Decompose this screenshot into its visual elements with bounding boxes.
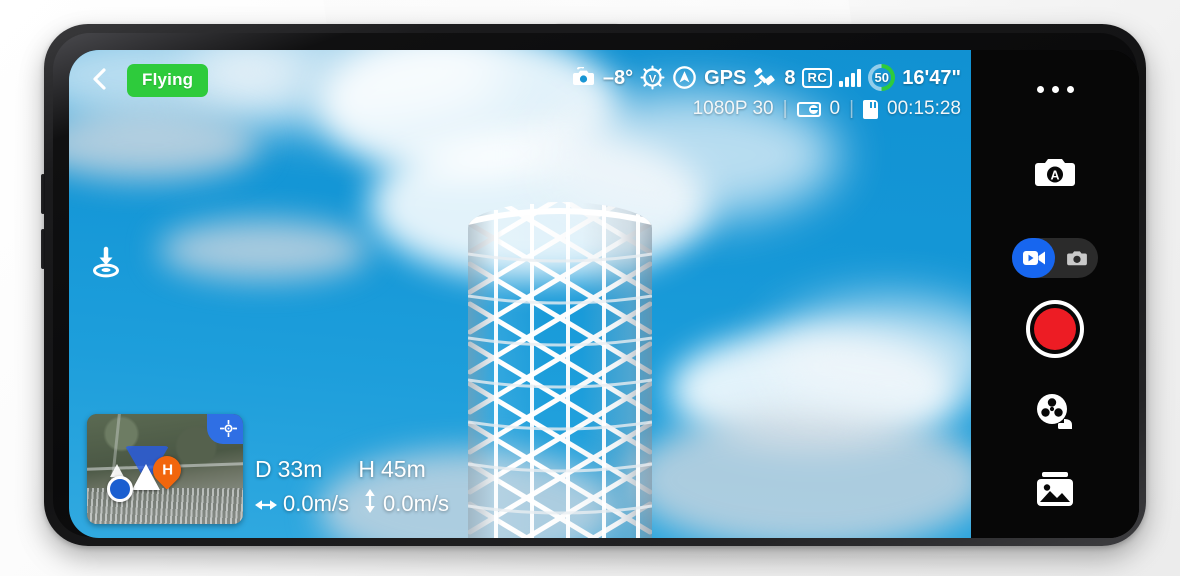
vertical-speed-readout: 0.0m/s — [363, 489, 449, 519]
distance-readout: D 33m — [255, 456, 322, 483]
phone-bezel: Flying –8° V GPS 8 RC 50 16'47" 1080P 30… — [53, 33, 1139, 538]
video-mode-icon[interactable] — [1012, 238, 1055, 278]
capture-mode-toggle[interactable] — [1012, 238, 1098, 278]
recenter-icon[interactable] — [207, 414, 243, 444]
vertical-speed-value: 0.0m/s — [383, 491, 450, 516]
flight-status-badge: Flying — [127, 64, 209, 97]
back-button[interactable] — [87, 66, 113, 92]
sd-card-icon — [863, 99, 879, 119]
cloud — [159, 220, 369, 280]
svg-text:A: A — [1050, 168, 1059, 182]
positioning-label: GPS — [704, 66, 747, 89]
camera-auto-mode-icon[interactable]: A — [1033, 154, 1077, 190]
horizontal-speed-readout: 0.0m/s — [255, 491, 349, 518]
sd-remaining-time: 00:15:28 — [887, 98, 961, 119]
drone-video-feed[interactable]: Flying –8° V GPS 8 RC 50 16'47" 1080P 30… — [69, 50, 971, 538]
auto-landing-icon[interactable] — [89, 246, 123, 280]
satellite-icon — [753, 67, 777, 89]
lattice-tower — [468, 202, 652, 538]
vision-sensor-icon: V — [640, 65, 665, 90]
video-resolution: 1080P 30 — [692, 98, 774, 119]
phone-volume-down-button[interactable] — [41, 229, 45, 269]
flight-time: 16'47" — [902, 66, 961, 89]
battery-percent: 50 — [874, 70, 889, 85]
rc-badge: RC — [802, 67, 833, 88]
phone-volume-button[interactable] — [41, 174, 45, 214]
exposure-compensation-icon — [796, 101, 821, 117]
status-bar: –8° V GPS 8 RC 50 16'47" — [571, 64, 961, 91]
page-root: Flying –8° V GPS 8 RC 50 16'47" 1080P 30… — [0, 0, 1180, 576]
telemetry-readout: D 33m H 45m 0.0m/s 0.0m/s — [255, 456, 449, 519]
phone-device: Flying –8° V GPS 8 RC 50 16'47" 1080P 30… — [41, 24, 1146, 546]
ev-value: 0 — [829, 98, 841, 119]
distance-value: 33m — [277, 456, 323, 482]
vertical-speed-icon — [363, 489, 377, 519]
user-heading-cone — [110, 464, 124, 477]
horizontal-speed-icon — [255, 491, 277, 518]
battery-indicator: 50 — [868, 64, 896, 91]
home-marker-label: H — [161, 461, 173, 479]
height-label: H — [358, 456, 375, 482]
separator: | — [849, 98, 855, 119]
gimbal-pitch-value: –8° — [602, 66, 634, 89]
gimbal-camera-icon — [571, 67, 596, 88]
minimap[interactable]: H — [87, 414, 243, 524]
status-bar-secondary: 1080P 30 | 0 | 00:15:28 — [693, 98, 961, 120]
attitude-mode-icon — [672, 65, 697, 90]
camera-control-panel: A — [971, 50, 1139, 538]
horizontal-speed-value: 0.0m/s — [283, 491, 350, 516]
photo-mode-icon[interactable] — [1055, 238, 1098, 278]
film-reel-icon[interactable] — [1034, 392, 1076, 432]
satellite-count: 8 — [784, 66, 796, 89]
svg-text:V: V — [649, 73, 657, 85]
phone-screen: Flying –8° V GPS 8 RC 50 16'47" 1080P 30… — [69, 50, 1139, 538]
record-button[interactable] — [1026, 300, 1084, 358]
user-location-marker — [107, 476, 133, 502]
height-readout: H 45m — [358, 456, 425, 483]
height-value: 45m — [381, 456, 426, 482]
distance-label: D — [255, 456, 272, 482]
separator: | — [782, 98, 788, 119]
more-options-icon[interactable] — [1032, 82, 1078, 96]
cloud — [629, 410, 971, 538]
signal-bars-icon — [839, 68, 862, 87]
record-indicator — [1034, 308, 1076, 350]
gallery-icon[interactable] — [1035, 470, 1075, 508]
